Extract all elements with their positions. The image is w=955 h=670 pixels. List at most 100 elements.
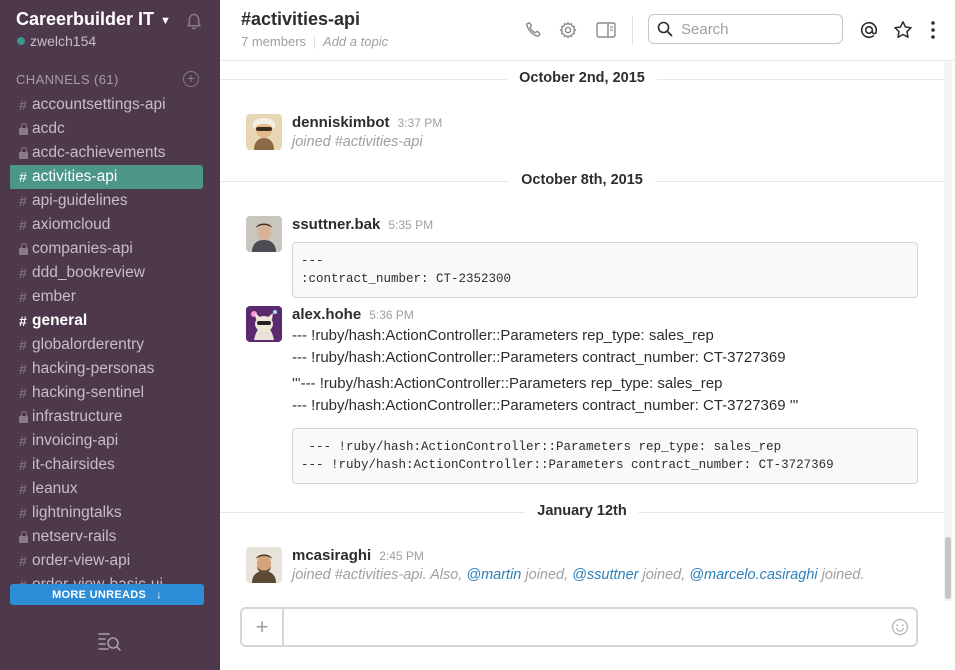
lock-icon: [19, 122, 28, 135]
sidebar-item-label: invoicing-api: [32, 432, 119, 449]
day-divider-label: October 2nd, 2015: [507, 70, 657, 86]
joined-text: joined,: [638, 567, 690, 583]
message-composer: +: [240, 607, 918, 647]
attach-file-button[interactable]: +: [242, 609, 284, 645]
lock-icon: [19, 242, 28, 255]
sidebar-item-label: activities-api: [32, 168, 118, 185]
sidebar-item-it-chairsides[interactable]: # it-chairsides: [10, 453, 203, 477]
sidebar-item-globalorderentry[interactable]: # globalorderentry: [10, 333, 203, 357]
message-text: --- !ruby/hash:ActionController::Paramet…: [292, 327, 714, 344]
phone-icon[interactable]: [525, 21, 543, 39]
code-block: --- !ruby/hash:ActionController::Paramet…: [292, 428, 918, 484]
sidebar-item-acdc[interactable]: acdc: [10, 117, 203, 141]
hash-icon: #: [19, 457, 27, 473]
sidebar-toggle-icon[interactable]: [596, 21, 616, 39]
message: alex.hohe 5:36 PM --- !ruby/hash:ActionC…: [246, 306, 918, 484]
user-mention[interactable]: @ssuttner: [572, 567, 638, 583]
star-icon[interactable]: [893, 20, 913, 40]
sidebar-item-infrastructure[interactable]: infrastructure: [10, 405, 203, 429]
sidebar-item-general[interactable]: # general: [10, 309, 203, 333]
hash-icon: #: [19, 169, 27, 185]
header-divider: [632, 16, 633, 44]
message: mcasiraghi 2:45 PM joined #activities-ap…: [246, 547, 918, 583]
message-timestamp[interactable]: 5:35 PM: [388, 218, 433, 232]
day-divider-label: January 12th: [525, 503, 639, 519]
message-author[interactable]: denniskimbot: [292, 114, 390, 131]
sidebar-item-netserv-rails[interactable]: netserv-rails: [10, 525, 203, 549]
sidebar-item-api-guidelines[interactable]: # api-guidelines: [10, 189, 203, 213]
joined-text: joined.: [817, 567, 865, 583]
sidebar-item-label: hacking-personas: [32, 360, 155, 377]
sidebar-item-hacking-sentinel[interactable]: # hacking-sentinel: [10, 381, 203, 405]
message-timestamp[interactable]: 3:37 PM: [398, 116, 443, 130]
channel-meta: 7 members Add a topic: [241, 34, 388, 49]
search-input[interactable]: [679, 19, 823, 39]
sidebar-item-invoicing-api[interactable]: # invoicing-api: [10, 429, 203, 453]
sidebar-item-label: acdc-achievements: [32, 144, 166, 161]
sidebar-item-lightningtalks[interactable]: # lightningtalks: [10, 501, 203, 525]
presence-indicator: [17, 37, 25, 45]
sidebar-item-activities-api[interactable]: # activities-api: [10, 165, 203, 189]
sidebar-item-label: api-guidelines: [32, 192, 128, 209]
message-timestamp[interactable]: 5:36 PM: [369, 308, 414, 322]
user-mention[interactable]: @martin: [466, 567, 521, 583]
hash-icon: #: [19, 337, 27, 353]
sidebar-item-label: acdc: [32, 120, 65, 137]
avatar[interactable]: [246, 216, 282, 252]
hash-icon: #: [19, 385, 27, 401]
message-author[interactable]: mcasiraghi: [292, 547, 371, 564]
message-pane: October 2nd, 2015 denniskimbot 3:37 PM j…: [220, 61, 944, 601]
sidebar-item-ember[interactable]: # ember: [10, 285, 203, 309]
emoji-icon[interactable]: [891, 618, 909, 636]
username: zwelch154: [30, 33, 97, 49]
message-scrollbar[interactable]: [944, 61, 952, 601]
hash-icon: #: [19, 481, 27, 497]
sidebar-item-order-view-api[interactable]: # order-view-api: [10, 549, 203, 573]
channels-label: CHANNELS: [16, 72, 90, 87]
message-author[interactable]: ssuttner.bak: [292, 216, 380, 233]
more-unreads-button[interactable]: MORE UNREADS ↓: [10, 584, 204, 605]
sidebar-item-hacking-personas[interactable]: # hacking-personas: [10, 357, 203, 381]
sidebar-item-ddd_bookreview[interactable]: # ddd_bookreview: [10, 261, 203, 285]
message-input[interactable]: [292, 617, 876, 639]
message-timestamp[interactable]: 2:45 PM: [379, 549, 424, 563]
sidebar-item-label: netserv-rails: [32, 528, 117, 545]
scrollbar-thumb[interactable]: [945, 537, 951, 599]
gear-icon[interactable]: [559, 21, 577, 39]
sidebar-item-accountsettings-api[interactable]: # accountsettings-api: [10, 93, 203, 117]
message: ssuttner.bak 5:35 PM --- :contract_numbe…: [246, 216, 918, 298]
sidebar-item-label: globalorderentry: [32, 336, 145, 353]
hash-icon: #: [19, 97, 27, 113]
bell-icon[interactable]: [186, 13, 202, 31]
avatar[interactable]: [246, 306, 282, 342]
add-channel-icon[interactable]: +: [183, 71, 199, 87]
plus-icon: +: [255, 614, 269, 639]
channels-header[interactable]: CHANNELS (61): [16, 72, 119, 87]
day-divider: January 12th: [220, 502, 944, 522]
hash-icon: #: [19, 433, 27, 449]
sidebar-item-acdc-achievements[interactable]: acdc-achievements: [10, 141, 203, 165]
mentions-icon[interactable]: [859, 20, 879, 40]
sidebar-item-companies-api[interactable]: companies-api: [10, 237, 203, 261]
more-options-icon[interactable]: [929, 20, 937, 40]
avatar[interactable]: [246, 547, 282, 583]
search-box[interactable]: [648, 14, 843, 44]
add-topic-link[interactable]: Add a topic: [323, 34, 388, 49]
sidebar-item-leanux[interactable]: # leanux: [10, 477, 203, 501]
sidebar-item-label: accountsettings-api: [32, 96, 166, 113]
search-icon: [657, 21, 673, 37]
joined-text: joined,: [521, 567, 573, 583]
avatar[interactable]: [246, 114, 282, 150]
message-text: joined #activities-api: [292, 134, 423, 150]
sidebar-item-axiomcloud[interactable]: # axiomcloud: [10, 213, 203, 237]
sidebar-item-label: companies-api: [32, 240, 133, 257]
hash-icon: #: [19, 505, 27, 521]
current-user[interactable]: zwelch154: [17, 33, 96, 49]
member-count[interactable]: 7 members: [241, 34, 306, 49]
user-mention[interactable]: @marcelo.casiraghi: [689, 567, 817, 583]
team-menu[interactable]: Careerbuilder IT ▼: [16, 9, 171, 30]
message-author[interactable]: alex.hohe: [292, 306, 361, 323]
message-text: --- !ruby/hash:ActionController::Paramet…: [292, 397, 799, 414]
channel-title[interactable]: #activities-api: [241, 9, 360, 30]
quick-switcher-icon[interactable]: [97, 630, 123, 652]
